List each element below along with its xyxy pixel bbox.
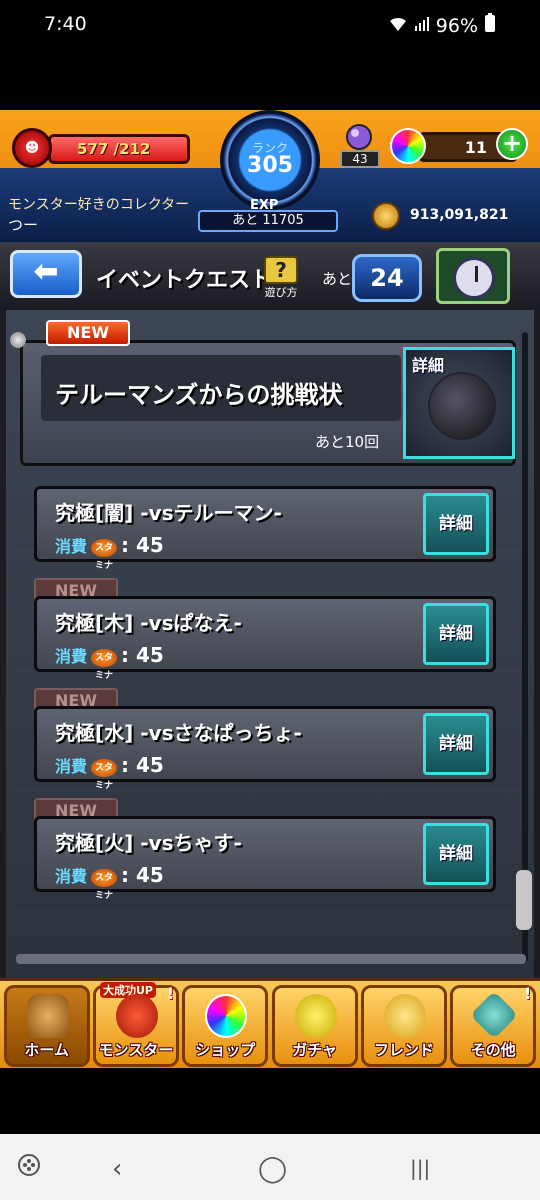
- quest-detail-button[interactable]: 詳細: [423, 493, 489, 555]
- status-bar: 7:40 96%: [0, 0, 540, 50]
- back-button[interactable]: ⬅: [10, 250, 82, 298]
- battery-percent: 96%: [435, 14, 478, 37]
- system-nav-bar: ‹ ◯ |||: [0, 1134, 540, 1200]
- gacha-icon: [294, 994, 337, 1038]
- help-icon: ?: [264, 256, 298, 284]
- quest-detail-button[interactable]: 詳細: [423, 603, 489, 665]
- nav-label: フレンド: [373, 1041, 434, 1059]
- stamina-icon: ☻: [12, 128, 52, 168]
- featured-detail-label: 詳細: [412, 356, 445, 375]
- featured-title: テルーマンズからの挑戦状: [55, 381, 343, 409]
- stamina-text: 577 /212: [77, 140, 151, 158]
- quest-row[interactable]: 究極[闇] -vsテルーマン- 消費 スタミナ: 45 詳細: [34, 486, 496, 571]
- quest-row[interactable]: 究極[火] -vsちゃす- 消費 スタミナ: 45 詳細: [34, 816, 496, 901]
- scrollbar-track[interactable]: [522, 332, 528, 962]
- featured-remaining: あと10回: [315, 433, 380, 451]
- clock-icon: [453, 257, 495, 299]
- quest-row[interactable]: 究極[水] -vsさなぱっちょ- 消費 スタミナ: 45 詳細: [34, 706, 496, 791]
- signal-icon: [414, 15, 430, 37]
- status-time: 7:40: [44, 13, 87, 35]
- nav-home[interactable]: ホーム: [3, 985, 90, 1067]
- exp-remaining: あと 11705: [198, 210, 338, 232]
- stamina-icon: スタミナ: [91, 648, 118, 681]
- system-home-button[interactable]: ◯: [258, 1154, 287, 1184]
- top-letterbox: [0, 50, 540, 110]
- game-hud: 577 /212 ☻ ランク 305 EXP あと 11705 43 11 + …: [0, 110, 540, 242]
- help-button[interactable]: ? 遊び方: [260, 256, 302, 299]
- rank-badge[interactable]: ランク 305: [220, 110, 320, 210]
- quest-name: 究極[水] -vsさなぱっちょ-: [55, 721, 302, 745]
- new-badge: NEW: [46, 320, 130, 346]
- featured-event[interactable]: テルーマンズからの挑戦状 あと10回 詳細: [20, 340, 516, 466]
- player-name: つー: [8, 216, 39, 234]
- quest-row[interactable]: 究極[木] -vsぱなえ- 消費 スタミナ: 45 詳細: [34, 596, 496, 681]
- screen-header: ⬅ イベントクエスト ? 遊び方 あと 24: [0, 242, 540, 310]
- stamina-icon: スタミナ: [91, 538, 118, 571]
- dark-orb-icon: [428, 372, 496, 440]
- nav-label: ショップ: [195, 1041, 256, 1059]
- monster-icon: [115, 994, 158, 1038]
- quest-panel: テルーマンズからの挑戦状 あと10回 詳細 NEW 究極[闇] -vsテルーマン…: [0, 310, 540, 978]
- quest-name: 究極[木] -vsぱなえ-: [55, 611, 242, 635]
- nav-label: その他: [470, 1041, 516, 1059]
- alert-icon: !: [166, 984, 174, 1003]
- system-area: ‹ ◯ |||: [0, 1068, 540, 1200]
- coin-icon: [372, 202, 400, 230]
- nav-shop[interactable]: ショップ: [182, 985, 269, 1067]
- system-recents-button[interactable]: |||: [410, 1156, 430, 1180]
- coin-count: 913,091,821: [410, 207, 509, 223]
- nav-gacha[interactable]: ガチャ: [271, 985, 358, 1067]
- player-title: モンスター好きのコレクター: [8, 197, 190, 213]
- quest-cost: 消費 スタミナ: 45: [55, 753, 164, 791]
- quest-detail-button[interactable]: 詳細: [423, 713, 489, 775]
- orb-count: 11: [464, 138, 487, 157]
- nav-label: ホーム: [24, 1041, 69, 1059]
- bottom-nav: ホーム 大成功UP ! モンスター ショップ ガチャ フレンド ! その他: [0, 978, 540, 1068]
- nav-label: ガチャ: [292, 1041, 338, 1059]
- quest-detail-button[interactable]: 詳細: [423, 823, 489, 885]
- help-label: 遊び方: [264, 286, 298, 299]
- status-icons: 96%: [388, 13, 496, 38]
- quest-cost: 消費 スタミナ: 45: [55, 863, 164, 901]
- battery-icon: [484, 13, 496, 38]
- stamina-bar[interactable]: 577 /212: [48, 134, 190, 164]
- panel-bottom-rail: [16, 954, 526, 964]
- system-back-button[interactable]: ‹: [112, 1154, 122, 1184]
- alert-icon: !: [524, 984, 532, 1003]
- featured-detail-button[interactable]: 詳細: [403, 347, 515, 459]
- remaining-prefix: あと: [322, 270, 353, 288]
- event-count-badge[interactable]: 24: [352, 254, 422, 302]
- quest-cost: 消費 スタミナ: 45: [55, 643, 164, 681]
- timer-button[interactable]: [436, 248, 510, 304]
- orb-plus-button[interactable]: +: [496, 128, 528, 160]
- friend-icon: [383, 994, 426, 1038]
- stamina-icon: スタミナ: [91, 868, 118, 901]
- quest-name: 究極[闇] -vsテルーマン-: [55, 501, 282, 525]
- nav-label: モンスター: [98, 1041, 174, 1059]
- other-icon: [470, 990, 519, 1040]
- game-launcher-icon[interactable]: [16, 1152, 42, 1185]
- quest-cost: 消費 スタミナ: 45: [55, 533, 164, 571]
- home-icon: [26, 994, 69, 1038]
- gem-count: 43: [340, 150, 380, 168]
- shop-orb-icon: [205, 994, 248, 1038]
- nav-monster[interactable]: 大成功UP ! モンスター: [92, 982, 179, 1067]
- stamina-icon: スタミナ: [91, 758, 118, 791]
- page-title: イベントクエスト: [96, 268, 273, 293]
- wifi-icon: [388, 15, 408, 37]
- quest-name: 究極[火] -vsちゃす-: [55, 831, 242, 855]
- orb-icon: [390, 128, 426, 164]
- scrollbar-thumb[interactable]: [516, 870, 532, 930]
- pin-icon: [10, 332, 26, 348]
- rank-value: 305: [247, 153, 293, 178]
- nav-other[interactable]: ! その他: [450, 984, 537, 1067]
- nav-friend[interactable]: フレンド: [360, 985, 447, 1067]
